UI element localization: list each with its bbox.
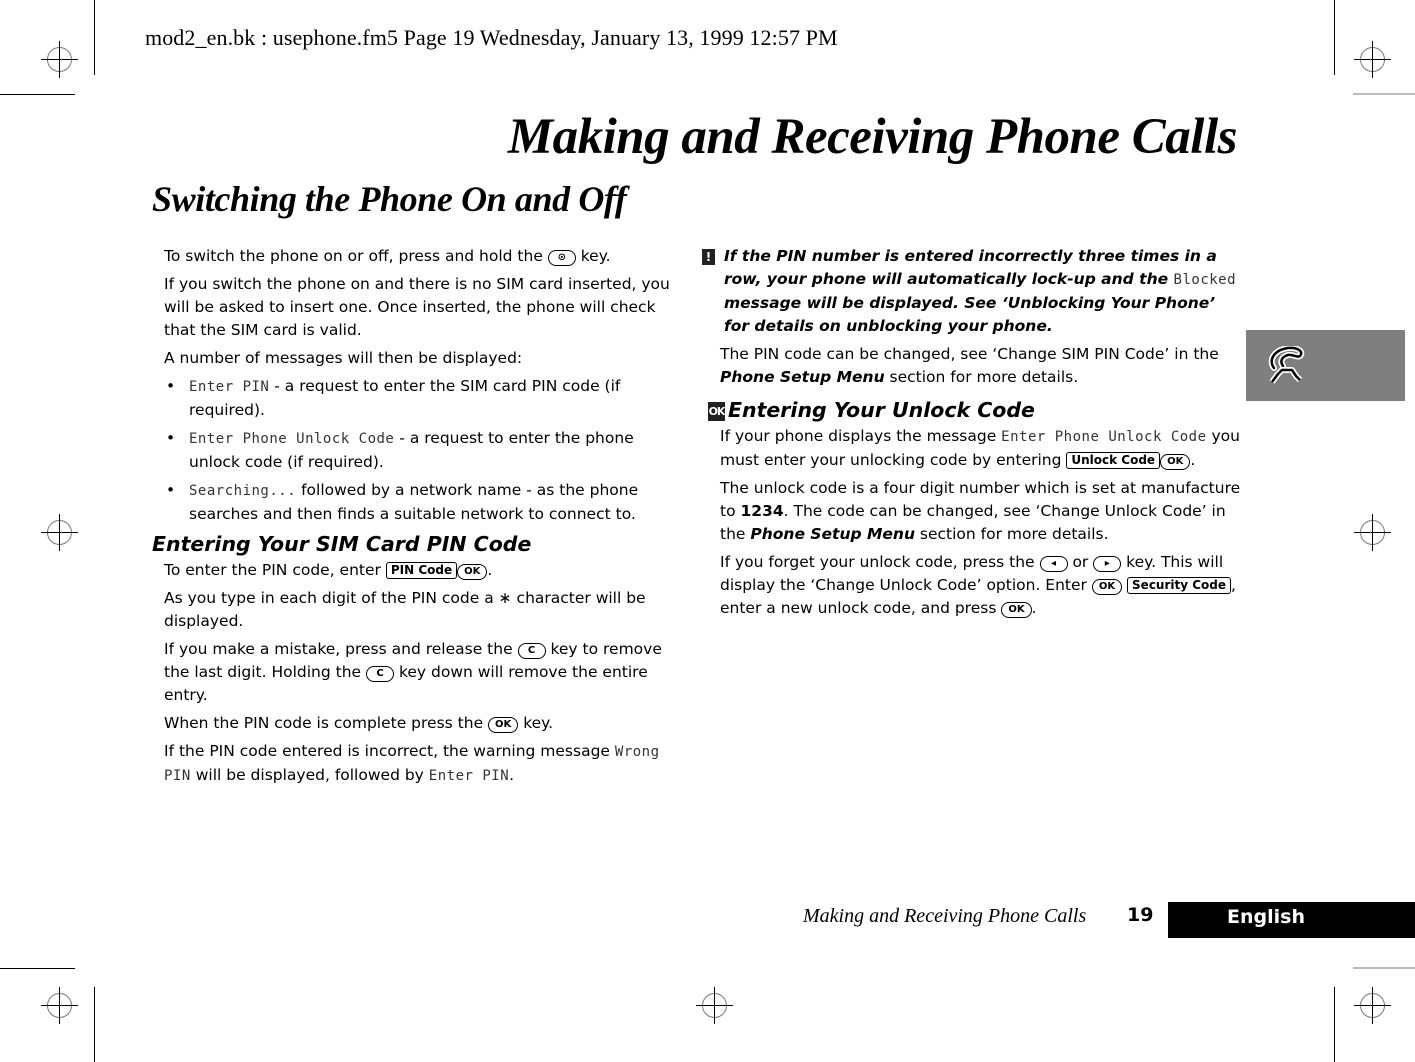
crop-mark — [1334, 987, 1335, 1062]
subsection-heading: OK Entering Your Unlock Code — [708, 398, 1035, 422]
crop-mark — [1353, 93, 1415, 95]
paragraph: If your phone displays the message Enter… — [720, 427, 1240, 470]
paragraph: To switch the phone on or off, press and… — [164, 247, 611, 266]
paragraph: A number of messages will then be displa… — [164, 349, 523, 367]
paragraph: If you make a mistake, press and release… — [164, 640, 662, 704]
chapter-tab — [1246, 330, 1405, 401]
language-label: English — [1227, 906, 1305, 928]
registration-mark — [41, 514, 78, 551]
lcd-text: Blocked — [1173, 272, 1237, 288]
paragraph: If you switch the phone on and there is … — [164, 275, 670, 339]
paragraph: If you forget your unlock code, press th… — [720, 553, 1236, 618]
print-slug: mod2_en.bk : usephone.fm5 Page 19 Wednes… — [145, 25, 838, 50]
power-key-icon: ⊙ — [547, 250, 576, 266]
ok-key-icon: OK — [1001, 602, 1032, 618]
crop-mark — [94, 0, 95, 75]
page-number: 19 — [1127, 904, 1154, 926]
lcd-text: Enter PIN — [189, 379, 270, 395]
running-footer-title: Making and Receiving Phone Calls — [803, 905, 1087, 927]
list-item: • Enter Phone Unlock Code - a request to … — [166, 429, 634, 471]
ok-key-icon: OK — [1160, 454, 1191, 470]
ok-key-icon: OK — [1091, 579, 1123, 595]
paragraph: To enter the PIN code, enter PIN Code OK. — [164, 561, 493, 580]
bullet-icon: • — [166, 377, 176, 395]
menu-reference: Phone Setup Menu — [720, 368, 885, 386]
list-item: • Enter PIN - a request to enter the SIM … — [166, 377, 621, 419]
paragraph: As you type in each digit of the PIN cod… — [164, 589, 646, 630]
language-tab: English — [1168, 902, 1415, 938]
clear-key-icon: C — [366, 666, 395, 682]
phone-handset-icon — [1268, 346, 1305, 384]
paragraph: The PIN code can be changed, see ‘Change… — [720, 345, 1219, 386]
left-column: To switch the phone on or off, press and… — [152, 245, 689, 793]
right-column: ! If the PIN number is entered incorrectl… — [702, 245, 1245, 625]
registration-mark — [1354, 41, 1391, 78]
lcd-text: Enter Phone Unlock Code — [1001, 429, 1207, 445]
crop-mark — [1334, 0, 1335, 75]
left-arrow-key-icon: ◂ — [1039, 556, 1068, 572]
lcd-text: Enter PIN — [428, 768, 510, 784]
ok-menu-icon: OK — [708, 402, 725, 421]
lcd-text: Searching... — [189, 483, 297, 499]
lcd-text: Enter Phone Unlock Code — [189, 431, 395, 447]
bullet-icon: • — [166, 429, 176, 447]
crop-mark — [1353, 967, 1415, 969]
crop-mark — [0, 968, 75, 969]
registration-mark — [41, 41, 78, 78]
ok-key-icon: OK — [457, 564, 488, 580]
paragraph: When the PIN code is complete press the … — [164, 714, 554, 733]
warning-note: ! If the PIN number is entered incorrectl… — [700, 245, 1245, 338]
warning-icon: ! — [702, 249, 715, 265]
ok-key-icon: OK — [488, 717, 519, 733]
registration-mark — [1354, 987, 1391, 1024]
bullet-icon: • — [166, 481, 176, 499]
paragraph: If the PIN code entered is incorrect, th… — [164, 742, 660, 784]
default-code: 1234 — [740, 502, 784, 520]
list-item: • Searching... followed by a network name… — [166, 481, 639, 523]
clear-key-icon: C — [517, 643, 546, 659]
security-code-softkey-icon: Security Code — [1127, 577, 1232, 594]
registration-mark — [1354, 514, 1391, 551]
paragraph: The unlock code is a four digit number w… — [720, 479, 1241, 543]
crop-mark — [0, 94, 75, 95]
message-list: • Enter PIN - a request to enter the SIM … — [164, 375, 689, 526]
registration-mark — [41, 987, 78, 1024]
section-title: Switching the Phone On and Off — [152, 179, 627, 219]
chapter-title: Making and Receiving Phone Calls — [507, 109, 1238, 165]
pin-code-softkey-icon: PIN Code — [385, 562, 458, 579]
crop-mark — [94, 987, 95, 1062]
right-arrow-key-icon: ▸ — [1093, 556, 1122, 572]
menu-reference: Phone Setup Menu — [750, 525, 915, 543]
registration-mark — [696, 987, 733, 1024]
subsection-heading: Entering Your SIM Card PIN Code — [152, 532, 532, 556]
unlock-code-softkey-icon: Unlock Code — [1066, 452, 1161, 469]
